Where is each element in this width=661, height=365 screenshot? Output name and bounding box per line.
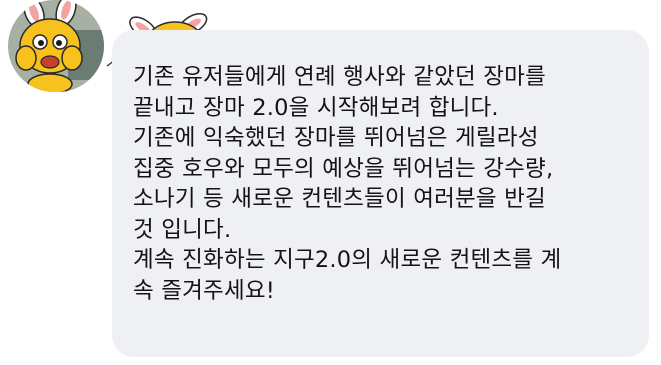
message-line: 소나기 등 새로운 컨텐츠들이 여러분을 반길 <box>133 186 546 212</box>
profile-avatar[interactable] <box>8 0 104 92</box>
message-line: 계속 진화하는 지구2.0의 새로운 컨텐츠를 계 <box>133 247 562 273</box>
message-line: 기존 유저들에게 연례 행사와 같았던 장마를 <box>133 64 546 90</box>
chat-screen: 기존 유저들에게 연례 행사와 같았던 장마를 끝내고 장마 2.0을 시작해보… <box>0 0 661 365</box>
bunny-character-avatar-icon <box>15 0 83 92</box>
message-line: 속 즐겨주세요! <box>133 277 275 304</box>
message-line: 것 입니다. <box>133 216 232 243</box>
message-line: 기존에 익숙했던 장마를 뛰어넘은 게릴라성 <box>133 125 539 151</box>
message-line: 끝내고 장마 2.0을 시작해보려 합니다. <box>133 94 499 121</box>
message-text: 기존 유저들에게 연례 행사와 같았던 장마를 끝내고 장마 2.0을 시작해보… <box>133 62 643 306</box>
message-line: 집중 호우와 모두의 예상을 뛰어넘는 강수량, <box>133 155 554 182</box>
